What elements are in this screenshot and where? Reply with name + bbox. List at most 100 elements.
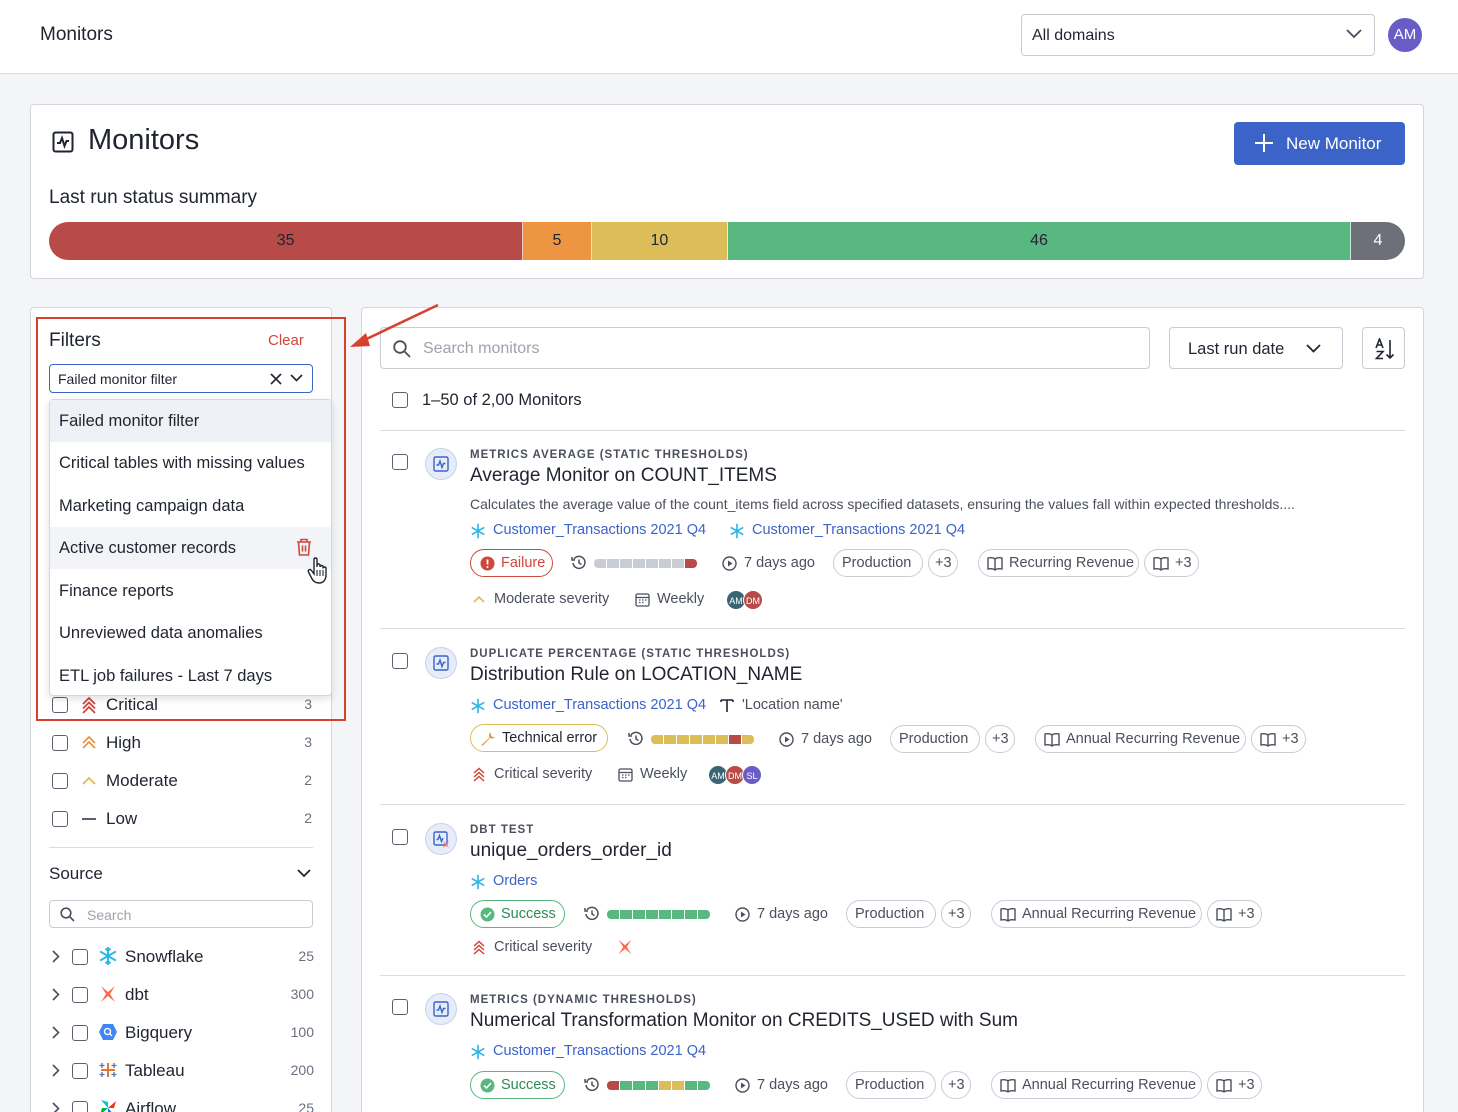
source-filter-tableau[interactable]: Tableau 200	[52, 1059, 314, 1083]
owner-avatar[interactable]: DM	[743, 590, 763, 610]
dropdown-option[interactable]: ETL job failures - Last 7 days	[50, 655, 331, 697]
critical-severity-icon	[82, 696, 96, 714]
monitor-name[interactable]: Average Monitor on COUNT_ITEMS	[470, 465, 777, 487]
domain-more-chip[interactable]: +3	[1144, 549, 1199, 577]
monitor-name[interactable]: Numerical Transformation Monitor on CRED…	[470, 1010, 1018, 1032]
source-filter-snowflake[interactable]: Snowflake 25	[52, 945, 314, 969]
saved-filter-select[interactable]: Failed monitor filter	[49, 364, 313, 393]
source-label: Bigquery	[125, 1023, 193, 1042]
chevron-right-icon[interactable]	[52, 1064, 60, 1077]
severity-filter-moderate[interactable]: Moderate 2	[52, 770, 316, 794]
sort-direction-button[interactable]	[1362, 327, 1405, 369]
chevron-right-icon[interactable]	[52, 1102, 60, 1112]
domain-chip[interactable]: Annual Recurring Revenue	[1035, 725, 1246, 753]
severity-text: Moderate severity	[494, 591, 610, 607]
chip-label: Annual Recurring Revenue	[1022, 1077, 1197, 1093]
last-run-text: 7 days ago	[744, 555, 815, 571]
chevron-down-icon[interactable]	[297, 869, 311, 878]
domain-select-value: All domains	[1032, 27, 1115, 44]
sort-by-value: Last run date	[1188, 340, 1285, 358]
dropdown-option[interactable]: Failed monitor filter	[50, 400, 331, 442]
source-filter-airflow[interactable]: Airflow 25	[52, 1097, 314, 1112]
domain-more-chip[interactable]: +3	[1251, 725, 1306, 753]
severity-filter-high[interactable]: High 3	[52, 732, 316, 756]
source-section-title[interactable]: Source	[49, 864, 103, 884]
monitor-name[interactable]: Distribution Rule on LOCATION_NAME	[470, 664, 802, 686]
option-label: Marketing campaign data	[59, 497, 245, 515]
dropdown-option[interactable]: Active customer records	[50, 527, 331, 569]
dropdown-option[interactable]: Finance reports	[50, 570, 331, 612]
environment-more-chip[interactable]: +3	[928, 549, 958, 577]
snowflake-icon	[471, 698, 485, 714]
owner-avatar[interactable]: SL	[742, 765, 762, 785]
dropdown-option[interactable]: Critical tables with missing values	[50, 442, 331, 484]
status-label: Technical error	[502, 730, 598, 746]
chevron-right-icon[interactable]	[52, 950, 60, 963]
checkbox[interactable]	[72, 1025, 88, 1041]
source-search-input[interactable]: Search	[49, 900, 313, 928]
status-segment[interactable]: 10	[591, 222, 728, 260]
search-monitors-input[interactable]: Search monitors	[380, 327, 1150, 369]
domain-chip[interactable]: Annual Recurring Revenue	[991, 1071, 1202, 1099]
clear-selection-icon[interactable]	[270, 373, 282, 385]
trash-icon[interactable]	[295, 537, 313, 557]
status-segment[interactable]: 46	[728, 222, 1351, 260]
checkbox[interactable]	[52, 773, 68, 789]
domain-chip[interactable]: Annual Recurring Revenue	[991, 900, 1202, 928]
user-avatar[interactable]: AM	[1388, 18, 1422, 52]
dropdown-option[interactable]: Marketing campaign data	[50, 485, 331, 527]
status-segment[interactable]: 5	[523, 222, 592, 260]
checkbox[interactable]	[392, 653, 408, 669]
domain-chip[interactable]: Recurring Revenue	[978, 549, 1139, 577]
environment-more-chip[interactable]: +3	[941, 1071, 971, 1099]
book-icon	[1216, 908, 1232, 922]
monitor-type: METRICS (DYNAMIC THRESHOLDS)	[470, 994, 697, 1006]
monitor-name[interactable]: unique_orders_order_id	[470, 840, 672, 862]
chip-label: Production	[842, 555, 912, 571]
dbt-icon	[618, 939, 632, 955]
environment-chip[interactable]: Production	[833, 549, 923, 577]
source-filter-bigquery[interactable]: Bigquery 100	[52, 1021, 314, 1045]
saved-filters-dropdown: Failed monitor filter Critical tables wi…	[49, 399, 332, 696]
sort-by-select[interactable]: Last run date	[1169, 327, 1343, 369]
severity-filter-low[interactable]: Low 2	[52, 808, 316, 832]
checkbox[interactable]	[72, 1101, 88, 1112]
chevron-down-icon[interactable]	[290, 374, 303, 382]
status-segment[interactable]: 35	[49, 222, 524, 260]
checkbox[interactable]	[52, 811, 68, 827]
environment-chip[interactable]: Production	[846, 900, 936, 928]
book-icon	[1260, 733, 1276, 747]
source-label: dbt	[125, 985, 149, 1004]
new-monitor-button[interactable]: New Monitor	[1234, 122, 1405, 165]
table-name: Customer_Transactions 2021 Q4	[493, 1043, 707, 1059]
severity-filter-critical[interactable]: Critical 3	[52, 694, 316, 718]
checkbox[interactable]	[392, 454, 408, 470]
environment-more-chip[interactable]: +3	[985, 725, 1015, 753]
domain-more-chip[interactable]: +3	[1207, 1071, 1262, 1099]
checkbox[interactable]	[392, 999, 408, 1015]
checkbox[interactable]	[72, 1063, 88, 1079]
chip-label: Production	[855, 906, 925, 922]
checkbox[interactable]	[72, 949, 88, 965]
chevron-right-icon[interactable]	[52, 1026, 60, 1039]
source-count: 200	[290, 1062, 314, 1078]
table-name: Customer_Transactions 2021 Q4	[493, 697, 707, 713]
checkbox[interactable]	[52, 735, 68, 751]
chevron-right-icon[interactable]	[52, 988, 60, 1001]
checkbox[interactable]	[72, 987, 88, 1003]
domain-more-chip[interactable]: +3	[1207, 900, 1262, 928]
environment-more-chip[interactable]: +3	[941, 900, 971, 928]
domain-select[interactable]: All domains	[1021, 14, 1375, 56]
status-segment[interactable]: 4	[1350, 222, 1405, 260]
high-severity-icon	[82, 735, 96, 749]
environment-chip[interactable]: Production	[846, 1071, 936, 1099]
clear-filters-link[interactable]: Clear	[268, 332, 304, 349]
select-all-checkbox[interactable]	[392, 392, 408, 408]
checkbox[interactable]	[52, 697, 68, 713]
source-filter-dbt[interactable]: dbt 300	[52, 983, 314, 1007]
dropdown-option[interactable]: Unreviewed data anomalies	[50, 612, 331, 654]
run-history-bar	[594, 559, 697, 568]
severity-text: Critical severity	[494, 939, 593, 955]
environment-chip[interactable]: Production	[890, 725, 980, 753]
checkbox[interactable]	[392, 829, 408, 845]
